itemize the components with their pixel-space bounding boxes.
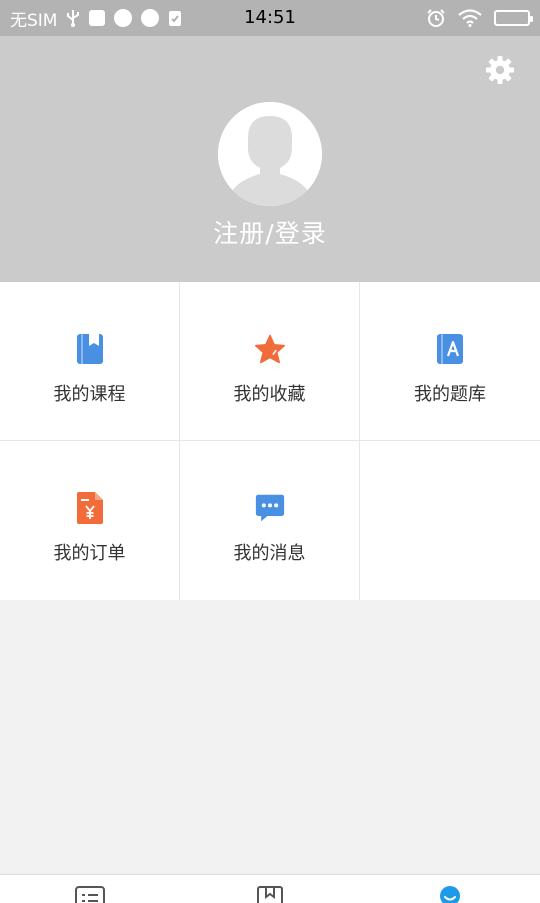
alarm-icon bbox=[426, 8, 446, 28]
tab-list[interactable] bbox=[0, 875, 180, 903]
avatar[interactable] bbox=[218, 102, 322, 206]
question-bank-book-icon bbox=[435, 332, 465, 366]
menu-item-my-favorites[interactable]: 我的收藏 bbox=[180, 282, 360, 441]
clipboard-check-icon bbox=[168, 9, 182, 27]
menu-item-label: 我的收藏 bbox=[233, 384, 306, 405]
usb-icon bbox=[66, 9, 80, 27]
menu-item-my-courses[interactable]: 我的课程 bbox=[0, 282, 180, 441]
register-login-link[interactable]: 注册/登录 bbox=[0, 214, 540, 250]
menu-item-label: 我的课程 bbox=[53, 384, 126, 405]
tab-profile[interactable] bbox=[360, 875, 540, 903]
menu-item-label: 我的消息 bbox=[233, 543, 306, 564]
menu-item-label: 我的订单 bbox=[53, 543, 126, 564]
wifi-icon bbox=[458, 9, 482, 27]
menu-empty-cell bbox=[360, 441, 540, 600]
carrier-label: 无SIM bbox=[10, 10, 58, 31]
menu-grid: 我的课程 我的收藏 我的题库 我的订单 我的消息 bbox=[0, 282, 540, 600]
list-icon bbox=[75, 886, 105, 903]
profile-icon bbox=[440, 886, 460, 903]
menu-item-my-messages[interactable]: 我的消息 bbox=[180, 441, 360, 600]
menu-item-label: 我的题库 bbox=[414, 384, 486, 405]
status-bar-right bbox=[426, 8, 533, 28]
order-document-icon bbox=[75, 491, 105, 525]
basketball-icon bbox=[114, 9, 133, 27]
tab-book[interactable] bbox=[180, 875, 360, 903]
planet-icon bbox=[141, 9, 160, 27]
gear-icon bbox=[486, 56, 514, 84]
course-book-icon bbox=[75, 332, 105, 366]
star-icon bbox=[254, 332, 285, 366]
book-icon bbox=[257, 886, 283, 903]
status-bar: 无SIM bbox=[0, 0, 540, 36]
status-bar-left: 无SIM bbox=[10, 6, 182, 31]
message-bubble-icon bbox=[255, 491, 285, 525]
default-avatar-icon bbox=[218, 102, 322, 206]
menu-item-my-question-bank[interactable]: 我的题库 bbox=[360, 282, 540, 441]
settings-button[interactable] bbox=[484, 54, 516, 86]
notification-app-icon bbox=[89, 10, 106, 26]
bottom-tab-bar bbox=[0, 874, 540, 903]
profile-header: 注册/登录 bbox=[0, 36, 540, 282]
battery-icon bbox=[494, 10, 533, 26]
menu-item-my-orders[interactable]: 我的订单 bbox=[0, 441, 180, 600]
